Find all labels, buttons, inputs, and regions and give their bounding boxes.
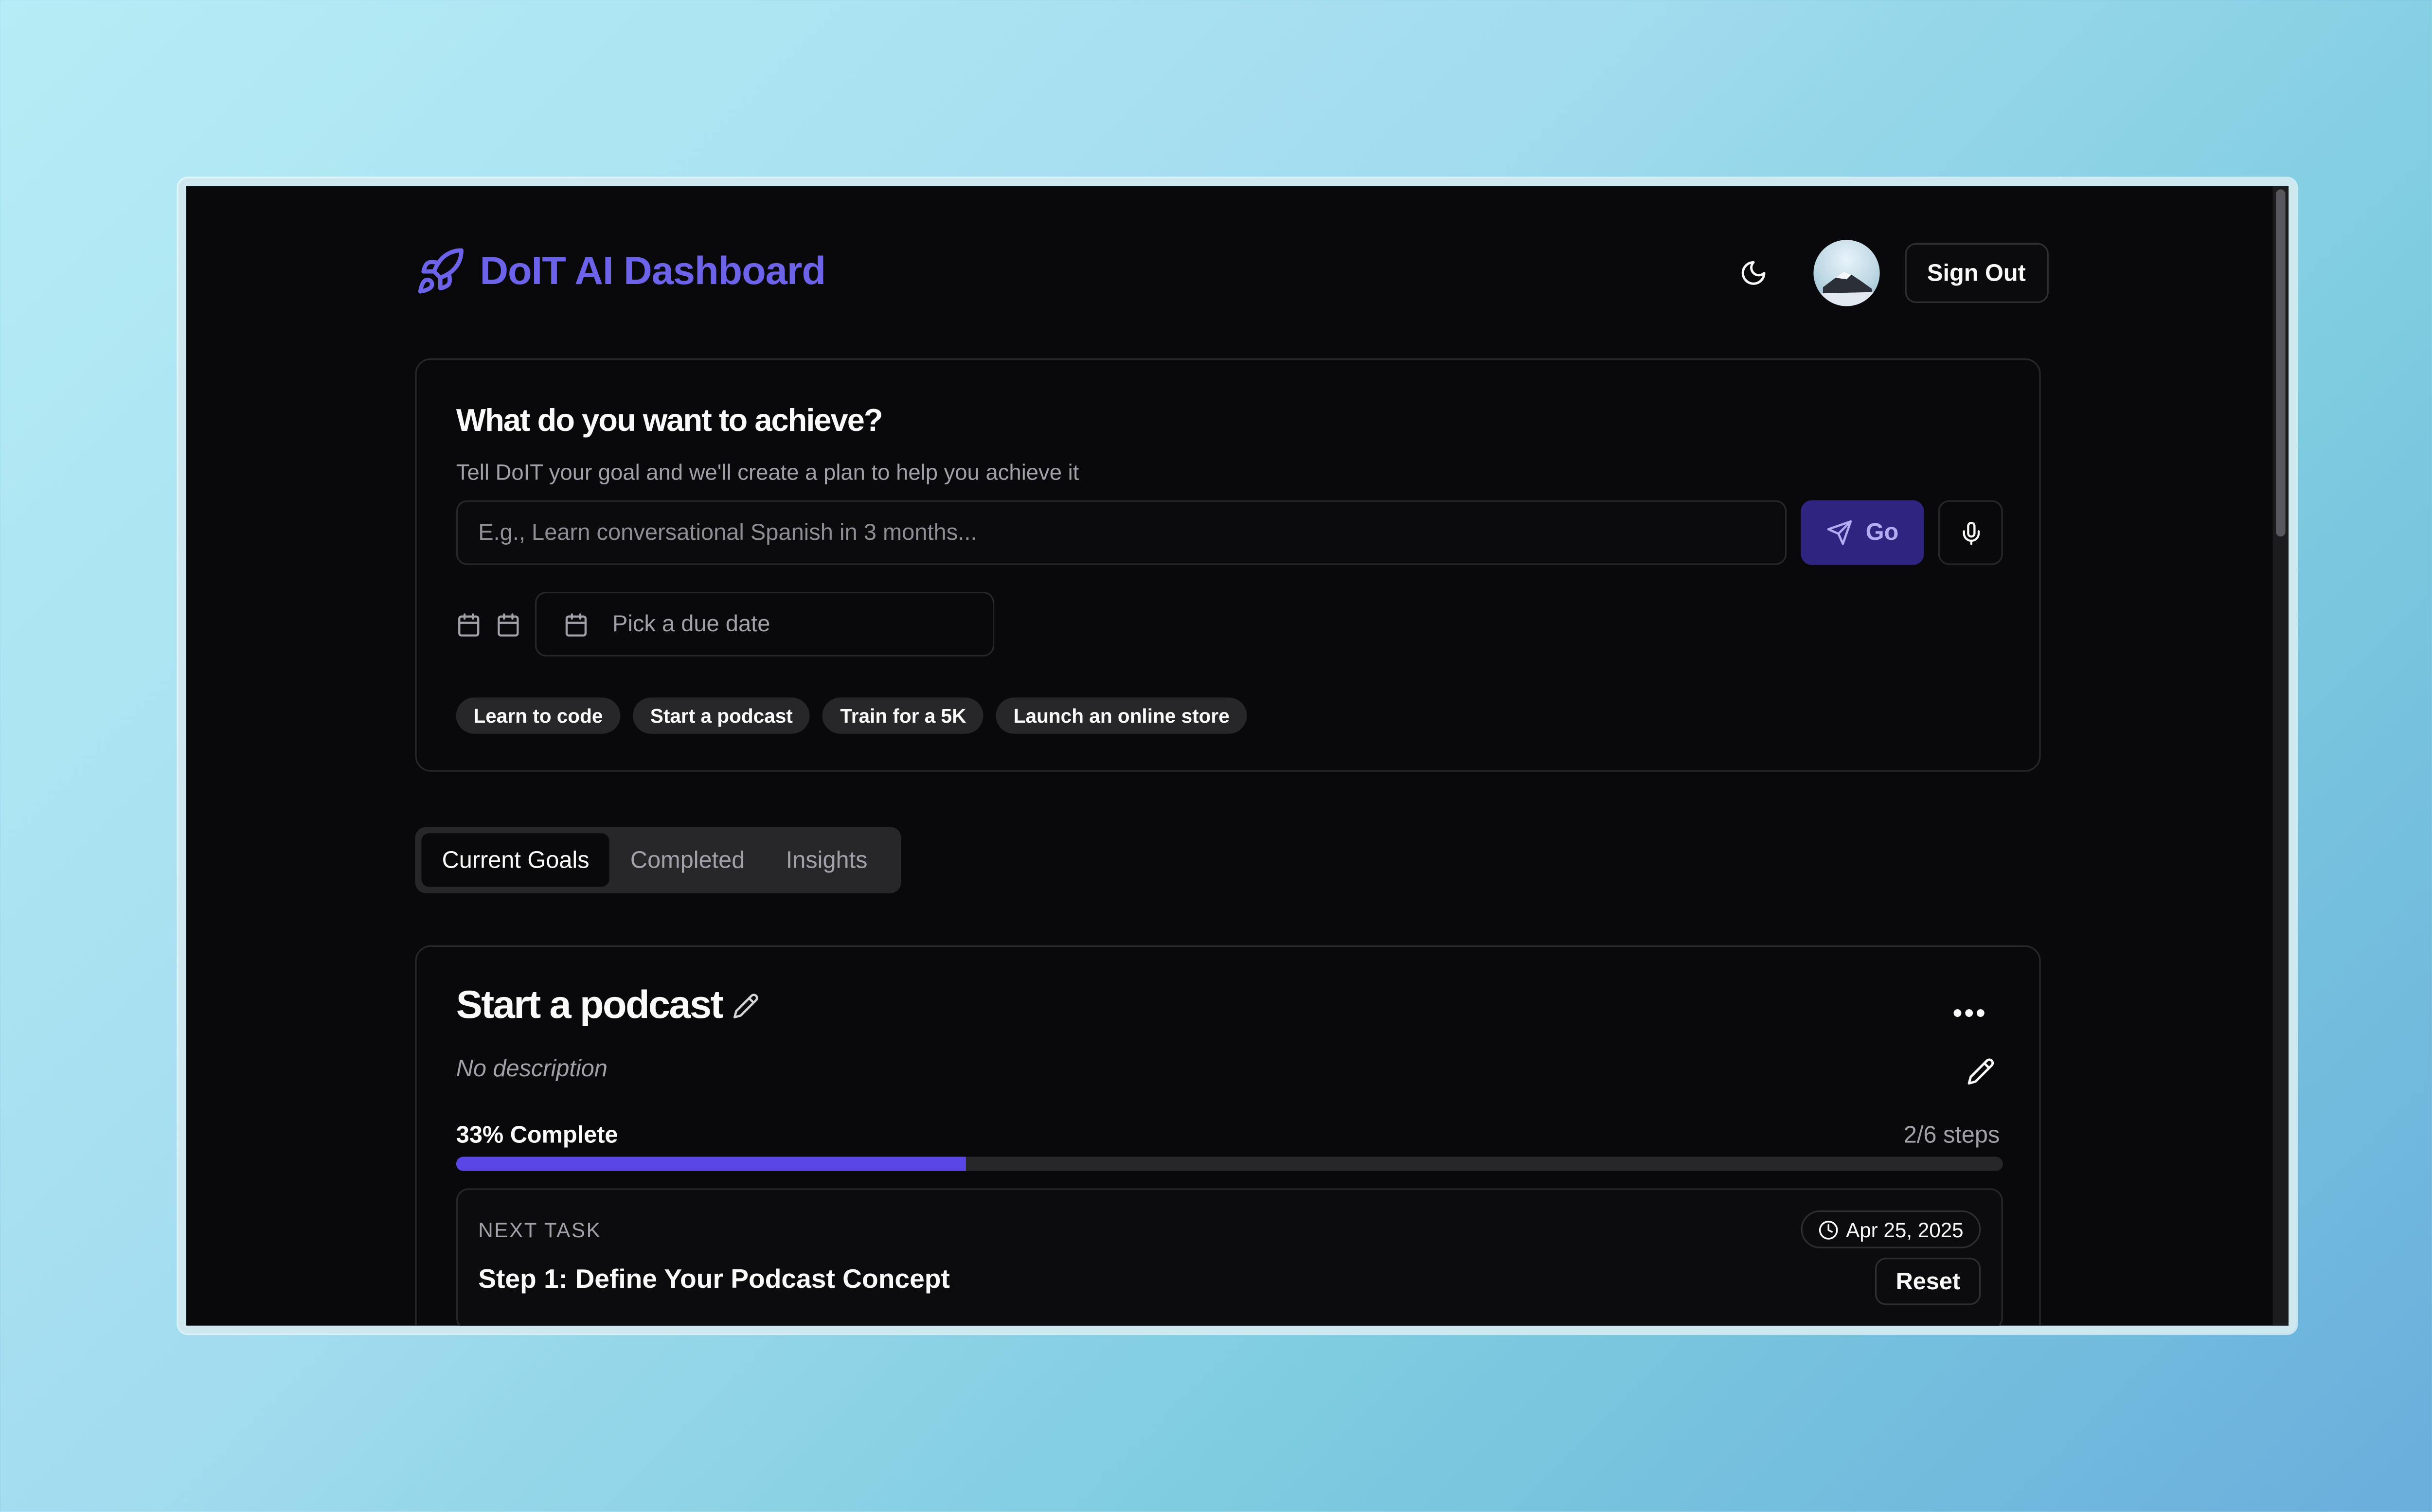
goal-input[interactable]: E.g., Learn conversational Spanish in 3 …	[456, 500, 1787, 565]
goal-description: No description	[456, 1055, 608, 1083]
progress-label: 33% Complete	[456, 1122, 618, 1149]
due-date-picker[interactable]: Pick a due date	[535, 591, 995, 657]
header-actions: Sign Out	[1730, 240, 2048, 306]
suggestion-chips: Learn to code Start a podcast Train for …	[456, 697, 1247, 734]
microphone-icon	[1958, 520, 1983, 545]
voice-input-button[interactable]	[1938, 500, 2003, 565]
reset-button[interactable]: Reset	[1875, 1258, 1981, 1305]
goal-heading: What do you want to achieve?	[456, 404, 883, 439]
scrollbar-thumb[interactable]	[2276, 189, 2286, 537]
goal-input-card: What do you want to achieve? Tell DoIT y…	[415, 358, 2041, 772]
sign-out-button[interactable]: Sign Out	[1905, 243, 2048, 303]
next-task-title: Step 1: Define Your Podcast Concept	[478, 1264, 950, 1294]
go-button[interactable]: Go	[1801, 500, 1924, 565]
go-label: Go	[1865, 519, 1899, 546]
tab-completed[interactable]: Completed	[610, 833, 766, 887]
calendar-icon[interactable]	[456, 612, 482, 638]
goal-title: Start a podcast	[456, 983, 724, 1028]
clock-icon	[1818, 1219, 1838, 1240]
avatar[interactable]	[1813, 240, 1880, 306]
steps-count: 2/6 steps	[1903, 1122, 2000, 1149]
next-task-panel: NEXT TASK Apr 25, 2025 Step 1: Define Yo…	[456, 1188, 2003, 1326]
scrollbar[interactable]	[2272, 186, 2289, 1326]
app-logo[interactable]: DoIT AI Dashboard	[415, 246, 826, 297]
app-window: DoIT AI Dashboard Sign Out What do you w…	[186, 186, 2289, 1326]
goal-tabs: Current Goals Completed Insights	[415, 827, 901, 893]
tab-insights[interactable]: Insights	[766, 833, 888, 887]
goal-card: Start a podcast ••• No description 33% C…	[415, 945, 2041, 1326]
progress-fill	[456, 1156, 967, 1171]
app-title: DoIT AI Dashboard	[480, 249, 826, 293]
tab-current-goals[interactable]: Current Goals	[421, 833, 610, 887]
send-icon	[1826, 519, 1853, 546]
suggestion-chip[interactable]: Learn to code	[456, 697, 621, 734]
progress-bar	[456, 1156, 2003, 1171]
edit-description-icon[interactable]	[1967, 1057, 1995, 1094]
calendar-icon[interactable]	[496, 612, 521, 638]
goal-subheading: Tell DoIT your goal and we'll create a p…	[456, 459, 1079, 485]
theme-toggle-button[interactable]	[1730, 249, 1777, 297]
moon-icon	[1739, 259, 1768, 287]
next-task-label: NEXT TASK	[478, 1218, 602, 1242]
due-date-text: Apr 25, 2025	[1846, 1217, 1964, 1242]
suggestion-chip[interactable]: Start a podcast	[633, 697, 810, 734]
suggestion-chip[interactable]: Train for a 5K	[823, 697, 984, 734]
calendar-icon	[563, 611, 589, 637]
due-date-badge: Apr 25, 2025	[1800, 1210, 1981, 1248]
due-date-placeholder: Pick a due date	[612, 611, 770, 637]
rocket-icon	[415, 246, 465, 297]
edit-title-icon[interactable]	[733, 993, 759, 1027]
suggestion-chip[interactable]: Launch an online store	[996, 697, 1247, 734]
more-options-icon[interactable]: •••	[1952, 997, 1987, 1031]
